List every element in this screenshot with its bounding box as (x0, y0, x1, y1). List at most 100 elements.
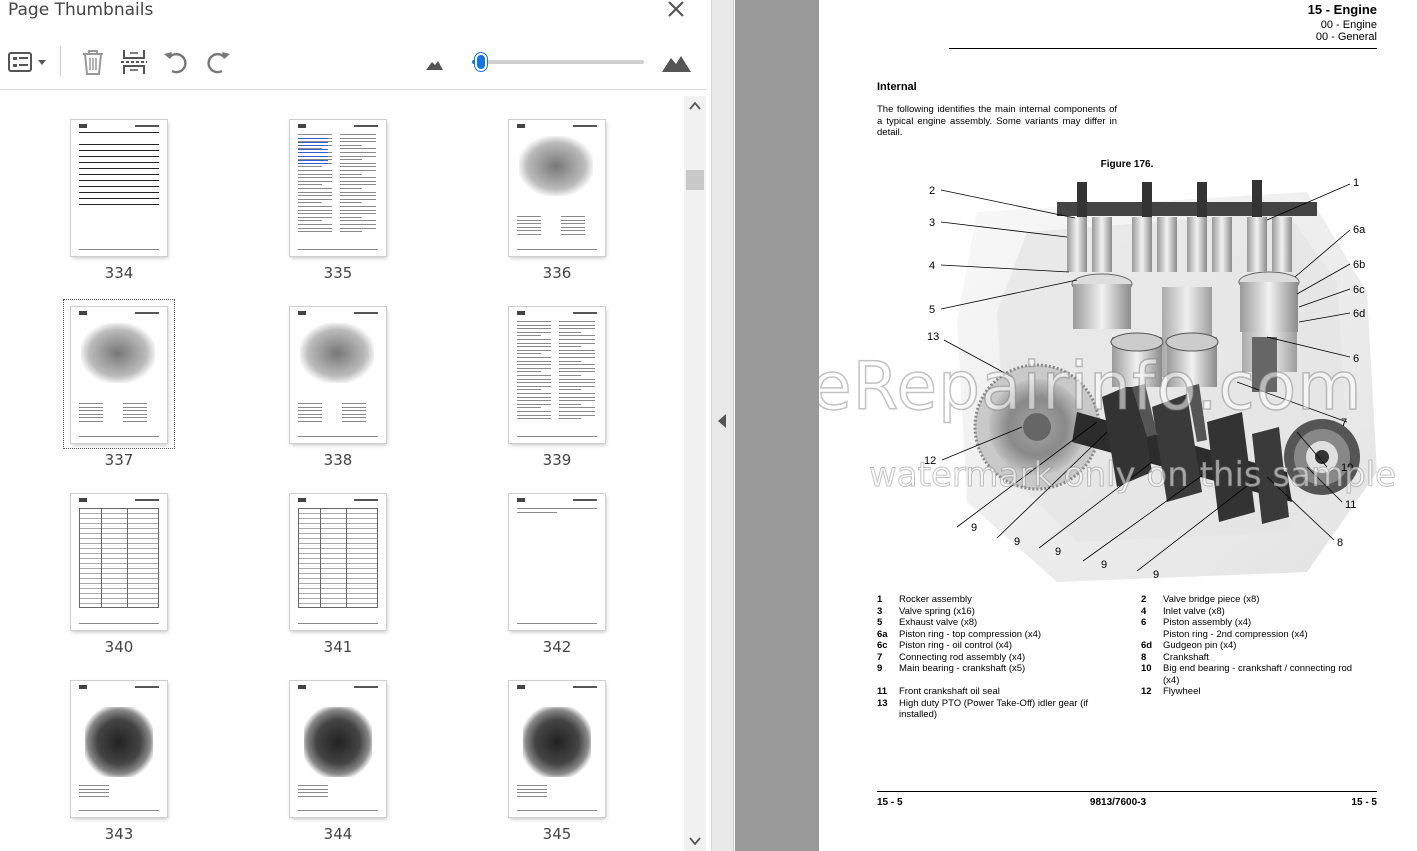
callout-4: 4 (929, 260, 935, 272)
part-description: installed) (899, 709, 938, 720)
part-number: 13 (877, 697, 888, 709)
footer-rule (877, 791, 1377, 792)
part-description: Piston ring - 2nd compression (x4) (1163, 628, 1308, 640)
thumbnail-size-slider[interactable] (472, 53, 644, 71)
part-number: 6c (877, 640, 888, 651)
callout-9e: 9 (1153, 569, 1159, 581)
page-thumbnail[interactable]: 337 (59, 299, 179, 487)
page-thumbnail[interactable]: 338 (278, 307, 398, 487)
panel-title: Page Thumbnails (8, 0, 154, 20)
zoom-in-thumbnails-button[interactable] (660, 46, 692, 78)
delete-pages-button[interactable] (78, 46, 108, 78)
options-menu-button[interactable] (6, 46, 50, 78)
thumbnail-preview (290, 494, 386, 630)
page-thumbnail[interactable]: 336 (497, 120, 617, 300)
part-description: High duty PTO (Power Take-Off) idler gea… (899, 697, 1089, 709)
page-thumbnail[interactable]: 334 (59, 120, 179, 300)
page-thumbnail[interactable]: 341 (278, 494, 398, 674)
page-header-chapter: 15 - Engine (1307, 2, 1377, 17)
part-description: Connecting rod assembly (x4) (899, 651, 1026, 663)
thumbnail-page-number: 337 (104, 451, 134, 469)
callout-9d: 9 (1101, 559, 1107, 571)
page-thumbnail[interactable]: 344 (278, 681, 398, 851)
part-description: Rocker assembly (899, 594, 972, 605)
thumbnail-page-number: 341 (323, 638, 353, 656)
panel-splitter[interactable] (712, 0, 734, 851)
part-description: Piston assembly (x4) (1163, 617, 1252, 628)
callout-8: 8 (1337, 537, 1343, 549)
toolbar-separator (60, 46, 61, 76)
intro-paragraph: The following identifies the main intern… (877, 104, 1117, 138)
page-thumbnail[interactable]: 345 (497, 681, 617, 851)
thumbnail-page-number: 339 (542, 451, 572, 469)
thumbnail-page-number: 335 (323, 264, 353, 282)
section-heading: Internal (877, 81, 917, 93)
rotate-left-button[interactable] (160, 46, 192, 78)
page-thumbnail[interactable]: 339 (497, 307, 617, 487)
zoom-out-thumbnails-button[interactable] (424, 46, 444, 78)
thumbnail-preview (71, 494, 167, 630)
document-page: 15 - Engine 00 - Engine 00 - General Int… (819, 0, 1417, 851)
part-number: 6 (1141, 617, 1147, 628)
part-number: 7 (877, 651, 883, 663)
scroll-up-button[interactable] (684, 96, 706, 116)
callout-5: 5 (929, 304, 935, 316)
slider-handle[interactable] (475, 53, 488, 71)
rotate-right-button[interactable] (202, 46, 234, 78)
part-description: Exhaust valve (x8) (899, 617, 978, 628)
extract-pages-icon (121, 50, 147, 74)
thumbnail-page-number: 345 (542, 825, 572, 843)
close-panel-button[interactable] (664, 0, 688, 22)
callout-9a: 9 (971, 522, 977, 534)
document-view[interactable]: 15 - Engine 00 - Engine 00 - General Int… (735, 0, 1417, 851)
page-thumbnail[interactable]: 343 (59, 681, 179, 851)
part-description: Piston ring - oil control (x4) (899, 640, 1012, 651)
close-icon (668, 1, 684, 17)
collapse-panel-arrow-icon[interactable] (718, 414, 726, 428)
part-description: Front crankshaft oil seal (899, 686, 1000, 697)
thumbnails-toolbar (0, 38, 706, 90)
callout-3: 3 (929, 217, 935, 229)
part-number: 11 (877, 686, 888, 697)
thumbnail-preview (509, 681, 605, 817)
footer-page-right: 15 - 5 (1351, 797, 1377, 808)
part-number: 9 (877, 663, 883, 674)
watermark-note: watermark only on this sample (869, 455, 1397, 496)
thumbnail-page-number: 338 (323, 451, 353, 469)
callout-1: 1 (1353, 177, 1359, 189)
rotate-counterclockwise-icon (164, 52, 187, 74)
thumbnails-scrollbar[interactable] (684, 96, 706, 851)
thumbnail-preview (290, 681, 386, 817)
thumbnail-page-number: 343 (104, 825, 134, 843)
part-description: Crankshaft (1163, 651, 1209, 663)
part-number: 1 (877, 594, 883, 605)
page-thumbnail[interactable]: 342 (497, 494, 617, 674)
part-description: Flywheel (1163, 686, 1201, 697)
page-thumbnail[interactable]: 335 (278, 120, 398, 300)
thumbnails-list[interactable]: 334 335 336 337 338 339 340 341 342 343 344 345 (0, 96, 706, 851)
callout-6c: 6c (1353, 284, 1365, 296)
thumbnail-preview (71, 120, 167, 256)
watermark-site: eRepairinfo.com (819, 347, 1363, 426)
scroll-down-button[interactable] (684, 831, 706, 851)
part-description: (x4) (1163, 674, 1180, 686)
page-header-section: 00 - Engine (1320, 19, 1377, 31)
callout-6b: 6b (1353, 259, 1365, 271)
callout-2: 2 (929, 185, 935, 197)
thumbnail-page-number: 342 (542, 638, 572, 656)
callout-11: 11 (1345, 499, 1356, 511)
thumbnail-preview (290, 120, 386, 256)
scrollbar-thumb[interactable] (686, 170, 704, 190)
list-options-icon (8, 52, 46, 72)
thumbnail-preview (71, 307, 167, 443)
callout-6a: 6a (1353, 224, 1366, 236)
part-number: 6a (877, 628, 888, 640)
thumbnail-preview (290, 307, 386, 443)
header-rule (949, 48, 1377, 49)
extract-pages-button[interactable] (118, 46, 150, 78)
figure-title: Figure 176. (1100, 159, 1154, 170)
large-mountain-icon (662, 56, 691, 72)
part-description: Main bearing - crankshaft (x5) (899, 663, 1026, 674)
callout-13: 13 (927, 331, 939, 343)
page-thumbnail[interactable]: 340 (59, 494, 179, 674)
